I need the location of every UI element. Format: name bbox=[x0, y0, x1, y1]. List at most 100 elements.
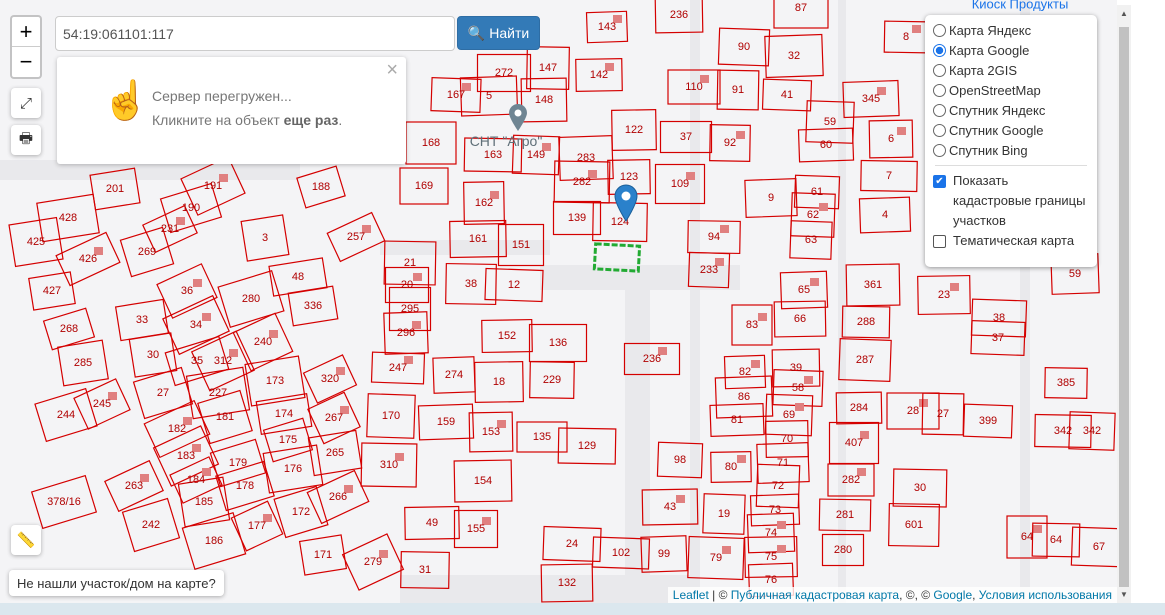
parcel-number[interactable]: 245 bbox=[93, 398, 111, 410]
parcel-number[interactable]: 38 bbox=[993, 312, 1005, 324]
parcel-number[interactable]: 172 bbox=[292, 506, 310, 518]
print-button[interactable]: 🖶 bbox=[11, 125, 41, 155]
parcel-number[interactable]: 5 bbox=[486, 90, 492, 102]
parcel-number[interactable]: 35 bbox=[191, 355, 203, 367]
parcel-number[interactable]: 23 bbox=[938, 289, 950, 301]
parcel-number[interactable]: 92 bbox=[724, 137, 736, 149]
parcel-number[interactable]: 149 bbox=[527, 149, 545, 161]
parcel-number[interactable]: 280 bbox=[834, 544, 852, 556]
parcel-number[interactable]: 163 bbox=[484, 149, 502, 161]
parcel-number[interactable]: 279 bbox=[364, 556, 382, 568]
parcel-number[interactable]: 190 bbox=[182, 202, 200, 214]
parcel-number[interactable]: 191 bbox=[204, 180, 222, 192]
parcel-number[interactable]: 94 bbox=[708, 231, 720, 243]
fullscreen-button[interactable]: ⤢ bbox=[11, 88, 41, 118]
parcel-number[interactable]: 31 bbox=[419, 564, 431, 576]
parcel-number[interactable]: 378/16 bbox=[47, 496, 81, 508]
layer-option[interactable]: Спутник Bing bbox=[933, 140, 1089, 160]
parcel-number[interactable]: 38 bbox=[465, 278, 477, 290]
parcel-number[interactable]: 74 bbox=[765, 527, 777, 539]
parcel-number[interactable]: 185 bbox=[195, 496, 213, 508]
parcel-number[interactable]: 135 bbox=[533, 431, 551, 443]
layer-option[interactable]: OpenStreetMap bbox=[933, 80, 1089, 100]
parcel-number[interactable]: 73 bbox=[769, 504, 781, 516]
parcel-number[interactable]: 184 bbox=[187, 474, 205, 486]
parcel-number[interactable]: 155 bbox=[467, 523, 485, 535]
parcel-number[interactable]: 61 bbox=[811, 186, 823, 198]
parcel-number[interactable]: 21 bbox=[404, 257, 416, 269]
parcel-number[interactable]: 282 bbox=[842, 474, 860, 486]
parcel-number[interactable]: 247 bbox=[389, 362, 407, 374]
leaflet-link[interactable]: Leaflet bbox=[673, 588, 709, 602]
parcel-number[interactable]: 102 bbox=[612, 547, 630, 559]
parcel-number[interactable]: 49 bbox=[426, 517, 438, 529]
parcel-number[interactable]: 296 bbox=[397, 327, 415, 339]
parcel-number[interactable]: 171 bbox=[314, 549, 332, 561]
parcel-number[interactable]: 236 bbox=[670, 9, 688, 21]
parcel-number[interactable]: 63 bbox=[805, 234, 817, 246]
parcel-number[interactable]: 233 bbox=[700, 264, 718, 276]
parcel-number[interactable]: 139 bbox=[568, 212, 586, 224]
parcel-number[interactable]: 59 bbox=[824, 116, 836, 128]
parcel-number[interactable]: 41 bbox=[781, 89, 793, 101]
parcel-number[interactable]: 151 bbox=[512, 239, 530, 251]
parcel-number[interactable]: 90 bbox=[738, 41, 750, 53]
parcel-number[interactable]: 39 bbox=[790, 362, 802, 374]
parcel-number[interactable]: 129 bbox=[578, 440, 596, 452]
parcel-number[interactable]: 99 bbox=[658, 548, 670, 560]
google-link[interactable]: Google bbox=[933, 588, 972, 602]
parcel-number[interactable]: 183 bbox=[177, 450, 195, 462]
poi-marker-icon[interactable] bbox=[507, 102, 529, 132]
parcel-number[interactable]: 48 bbox=[292, 271, 304, 283]
parcel-number[interactable]: 37 bbox=[992, 332, 1004, 344]
parcel-number[interactable]: 175 bbox=[279, 434, 297, 446]
parcel-number[interactable]: 242 bbox=[142, 519, 160, 531]
search-button[interactable]: 🔍 Найти bbox=[457, 16, 540, 50]
scrollbar-thumb[interactable] bbox=[1119, 27, 1129, 587]
parcel-number[interactable]: 79 bbox=[710, 552, 722, 564]
location-marker-icon[interactable] bbox=[614, 184, 638, 222]
parcel-number[interactable]: 32 bbox=[788, 50, 800, 62]
parcel-number[interactable]: 91 bbox=[732, 84, 744, 96]
parcel-number[interactable]: 58 bbox=[792, 382, 804, 394]
parcel-number[interactable]: 267 bbox=[325, 412, 343, 424]
scroll-up-icon[interactable]: ▲ bbox=[1120, 9, 1128, 18]
layer-option[interactable]: Карта 2GIS bbox=[933, 60, 1089, 80]
measure-button[interactable]: 📏 bbox=[11, 525, 41, 555]
zoom-in-button[interactable]: + bbox=[12, 17, 40, 47]
parcel-number[interactable]: 336 bbox=[304, 300, 322, 312]
parcel-number[interactable]: 36 bbox=[181, 285, 193, 297]
parcel-number[interactable]: 295 bbox=[401, 303, 419, 315]
parcel-number[interactable]: 168 bbox=[422, 137, 440, 149]
parcel-number[interactable]: 342 bbox=[1083, 425, 1101, 437]
parcel-number[interactable]: 272 bbox=[495, 67, 513, 79]
parcel-number[interactable]: 136 bbox=[549, 337, 567, 349]
parcel-number[interactable]: 143 bbox=[598, 21, 616, 33]
parcel-number[interactable]: 177 bbox=[248, 520, 266, 532]
cadastral-search-input[interactable] bbox=[55, 16, 455, 51]
parcel-number[interactable]: 181 bbox=[216, 411, 234, 423]
parcel-number[interactable]: 76 bbox=[765, 574, 777, 586]
parcel-number[interactable]: 312 bbox=[214, 355, 232, 367]
parcel-number[interactable]: 227 bbox=[209, 387, 227, 399]
parcel-number[interactable]: 71 bbox=[777, 457, 789, 469]
parcel-number[interactable]: 236 bbox=[643, 353, 661, 365]
close-popup-button[interactable]: × bbox=[386, 59, 398, 82]
parcel-number[interactable]: 62 bbox=[807, 209, 819, 221]
parcel-number[interactable]: 19 bbox=[718, 508, 730, 520]
parcel-number[interactable]: 18 bbox=[493, 376, 505, 388]
parcel-number[interactable]: 33 bbox=[136, 314, 148, 326]
parcel-number[interactable]: 186 bbox=[205, 535, 223, 547]
parcel-number[interactable]: 283 bbox=[577, 152, 595, 164]
parcel-number[interactable]: 282 bbox=[573, 176, 591, 188]
parcel-number[interactable]: 310 bbox=[380, 459, 398, 471]
parcel-number[interactable]: 161 bbox=[469, 233, 487, 245]
parcel-number[interactable]: 287 bbox=[856, 354, 874, 366]
parcel-number[interactable]: 81 bbox=[731, 414, 743, 426]
parcel-number[interactable]: 69 bbox=[783, 409, 795, 421]
parcel-number[interactable]: 240 bbox=[254, 336, 272, 348]
zoom-out-button[interactable]: − bbox=[12, 47, 40, 77]
parcel-number[interactable]: 9 bbox=[768, 192, 774, 204]
parcel-number[interactable]: 263 bbox=[125, 480, 143, 492]
terms-link[interactable]: Условия использования bbox=[979, 588, 1112, 602]
